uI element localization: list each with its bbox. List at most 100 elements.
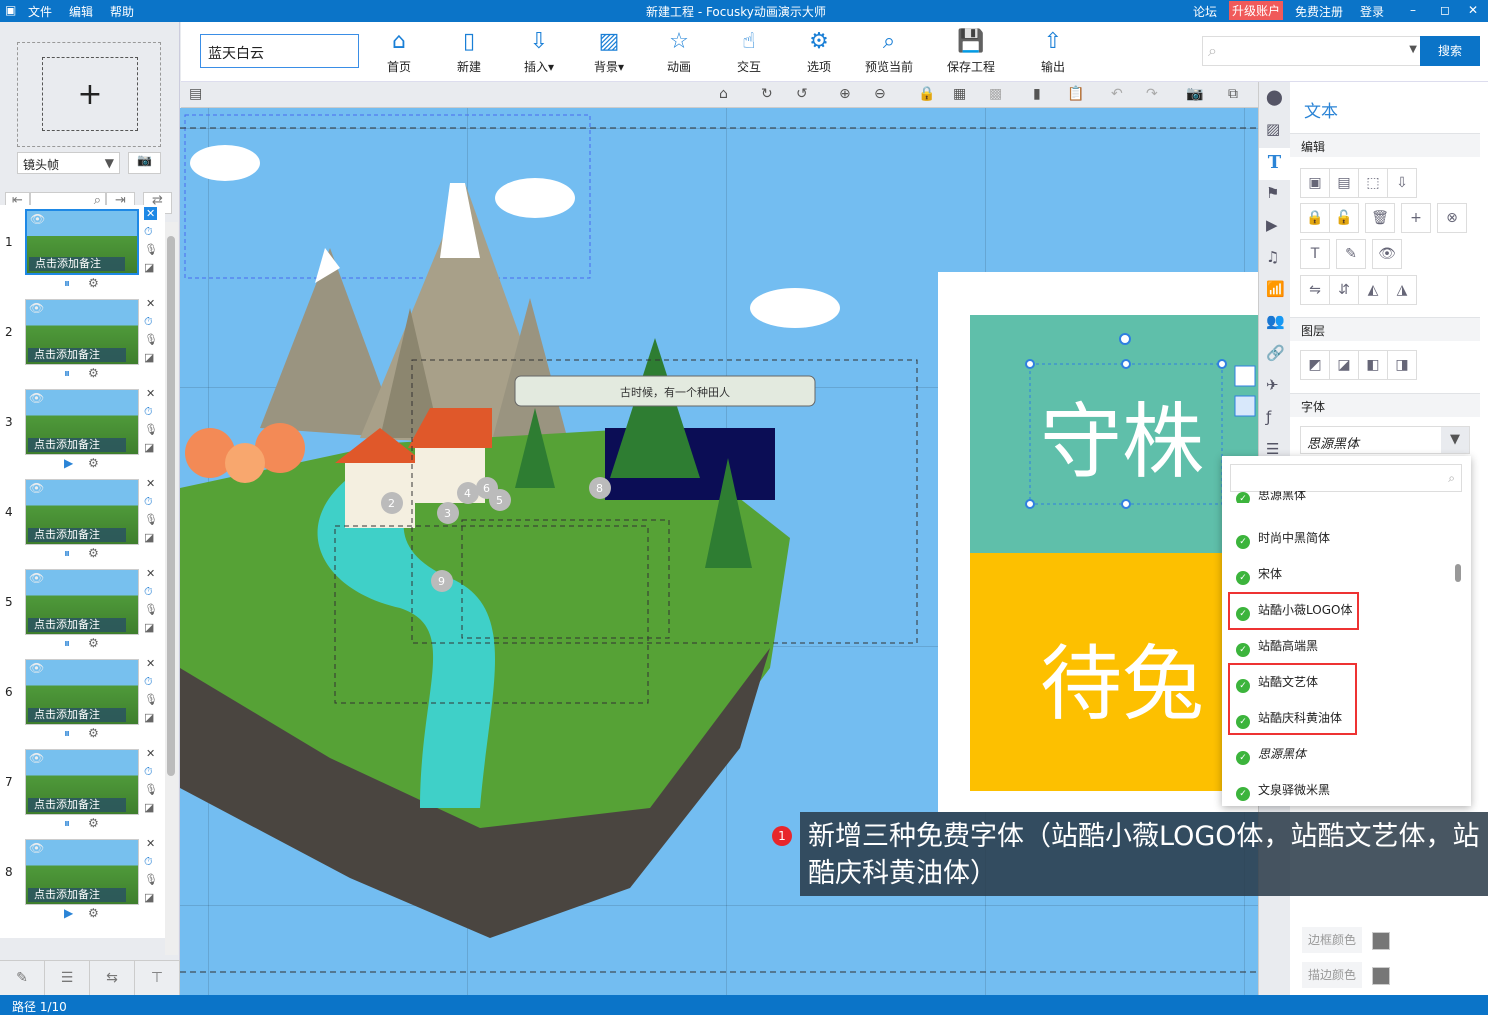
font-option[interactable]: ✓ 文泉驿微米黑: [1236, 780, 1330, 801]
thumbnail-image[interactable]: 👁 点击添加备注: [25, 479, 139, 545]
mic-icon[interactable]: 🎙: [144, 693, 158, 706]
transition-icon[interactable]: ◪: [144, 531, 154, 544]
lock-icon[interactable]: 🔒: [918, 86, 935, 102]
text-icon[interactable]: T: [1259, 148, 1290, 180]
toolbar-button-save[interactable]: 💾 保存工程: [941, 28, 1001, 75]
timer-icon[interactable]: ⏱: [144, 585, 153, 599]
font-option[interactable]: ✓ 宋体: [1236, 564, 1282, 585]
toolbar-button-preview[interactable]: ⌕ 预览当前: [859, 28, 919, 75]
timer-icon[interactable]: ⏱: [144, 495, 153, 509]
mirror-left-button[interactable]: ◭: [1358, 275, 1388, 305]
add-button[interactable]: +: [1401, 203, 1431, 233]
brush-button[interactable]: ✎: [1336, 239, 1366, 269]
delete-frame-icon[interactable]: ✕: [144, 387, 157, 400]
settings-icon[interactable]: ⚙: [88, 906, 99, 920]
thumbnail-image[interactable]: 👁 点击添加备注: [25, 389, 139, 455]
toolbar-button-animation[interactable]: ☆ 动画: [649, 28, 709, 75]
chart-icon[interactable]: 📶: [1266, 280, 1285, 298]
font-option[interactable]: ✓ 思源黑体: [1236, 491, 1306, 503]
thumbnail-image[interactable]: 👁 点击添加备注: [25, 659, 139, 725]
stroke-color-swatch[interactable]: [1372, 967, 1390, 985]
timer-icon[interactable]: ⏱: [144, 675, 153, 689]
to-top-icon[interactable]: ⊤: [135, 961, 180, 995]
thumbnail-scrollbar[interactable]: [165, 222, 178, 955]
settings-icon[interactable]: ⚙: [88, 456, 99, 470]
mic-icon[interactable]: 🎙: [144, 513, 158, 526]
grid-icon[interactable]: ▦: [953, 86, 966, 102]
frame-thumbnail[interactable]: 6 👁 点击添加备注 ✕ ⏱ 🎙 ◪ ⏸ ⚙: [0, 657, 165, 747]
rotate-left-icon[interactable]: ↺: [796, 86, 808, 102]
delete-frame-icon[interactable]: ✕: [144, 297, 157, 310]
pause-icon[interactable]: ⏸: [64, 816, 70, 831]
maximize-button[interactable]: ◻: [1440, 3, 1450, 17]
toolbar-button-insert[interactable]: ⇩ 插入▾: [509, 28, 569, 75]
pause-icon[interactable]: ⏸: [64, 276, 70, 291]
frame-thumbnail[interactable]: 7 👁 点击添加备注 ✕ ⏱ 🎙 ◪ ⏸ ⚙: [0, 747, 165, 837]
transition-icon[interactable]: ◪: [144, 351, 154, 364]
delete-frame-icon[interactable]: ✕: [144, 747, 157, 760]
minimize-button[interactable]: –: [1410, 3, 1416, 17]
mirror-right-button[interactable]: ◮: [1387, 275, 1417, 305]
mic-icon[interactable]: 🎙: [144, 873, 158, 886]
frame-thumbnail[interactable]: 2 👁 点击添加备注 ✕ ⏱ 🎙 ◪ ⏸ ⚙: [0, 297, 165, 387]
frame-thumbnail[interactable]: 1 👁 点击添加备注 ✕ ⏱ 🎙 ◪ ⏸ ⚙: [0, 207, 165, 297]
mic-icon[interactable]: 🎙: [144, 333, 158, 346]
home-view-icon[interactable]: ⌂: [719, 86, 728, 102]
settings-icon[interactable]: ⚙: [88, 726, 99, 740]
delete-frame-icon[interactable]: ✕: [144, 567, 157, 580]
favorite-list-icon[interactable]: ☰: [45, 961, 90, 995]
timer-icon[interactable]: ⏱: [144, 225, 153, 239]
delete-frame-icon[interactable]: ✕: [144, 657, 157, 670]
select-all-button[interactable]: ▣: [1300, 168, 1330, 198]
flip-h-button[interactable]: ⇋: [1300, 275, 1330, 305]
font-option[interactable]: ✓ 站酷庆科黄油体: [1236, 708, 1342, 729]
font-option[interactable]: ✓ 思源黑体: [1236, 744, 1306, 765]
toolbar-button-new[interactable]: ▯ 新建: [439, 28, 499, 75]
lock-button[interactable]: 🔒: [1300, 203, 1330, 233]
font-option[interactable]: ✓ 站酷小薇LOGO体: [1236, 600, 1352, 621]
video-icon[interactable]: ▶: [1266, 216, 1278, 234]
banner-icon[interactable]: ⚑: [1266, 184, 1279, 202]
send-backward-button[interactable]: ◧: [1358, 350, 1388, 380]
image-icon[interactable]: ▨: [1266, 120, 1280, 138]
delete-button[interactable]: 🗑: [1365, 203, 1395, 233]
add-note-field[interactable]: 点击添加备注: [28, 348, 126, 362]
play-icon[interactable]: ▶: [64, 456, 73, 470]
thumbnail-image[interactable]: 👁 点击添加备注: [25, 299, 139, 365]
forum-link[interactable]: 论坛: [1193, 3, 1217, 20]
zoom-in-icon[interactable]: ⊕: [839, 86, 851, 102]
paste-icon[interactable]: 📋: [1067, 86, 1084, 102]
toolbar-button-interact[interactable]: ☝ 交互: [719, 28, 779, 75]
camera-icon[interactable]: 📷: [128, 152, 161, 174]
settings-icon[interactable]: ⚙: [88, 816, 99, 830]
unlock-button[interactable]: 🔓: [1329, 203, 1359, 233]
send-back-button[interactable]: ◨: [1387, 350, 1417, 380]
zoom-out-icon[interactable]: ⊖: [874, 86, 886, 102]
plane-icon[interactable]: ✈: [1266, 376, 1279, 394]
toolbar-button-export[interactable]: ⇧ 输出: [1023, 28, 1083, 75]
people-icon[interactable]: 👥: [1266, 312, 1285, 330]
settings-icon[interactable]: ⚙: [88, 276, 99, 290]
flip-v-button[interactable]: ⇵: [1329, 275, 1359, 305]
border-color-swatch[interactable]: [1372, 932, 1390, 950]
pause-icon[interactable]: ⏸: [64, 546, 70, 561]
text-style-button[interactable]: T: [1300, 239, 1330, 269]
search-input[interactable]: ⌕ ▼: [1202, 36, 1421, 66]
close-button[interactable]: ✕: [1468, 3, 1478, 17]
mic-icon[interactable]: 🎙: [144, 783, 158, 796]
thumbnail-image[interactable]: 👁 点击添加备注: [25, 209, 139, 275]
window-icon[interactable]: ⧉: [1228, 86, 1238, 102]
toolbar-button-background[interactable]: ▨ 背景▾: [579, 28, 639, 75]
thumbnail-image[interactable]: 👁 点击添加备注: [25, 839, 139, 905]
menu-file[interactable]: 文件: [28, 3, 52, 20]
rotate-right-icon[interactable]: ↻: [761, 86, 773, 102]
settings-icon[interactable]: ⚙: [88, 366, 99, 380]
import-button[interactable]: ⇩: [1387, 168, 1417, 198]
register-link[interactable]: 免费注册: [1295, 3, 1343, 20]
thumbnail-image[interactable]: 👁 点击添加备注: [25, 569, 139, 635]
search-button[interactable]: 搜索: [1420, 36, 1480, 66]
delete-frame-icon[interactable]: ✕: [144, 477, 157, 490]
frame-type-select[interactable]: 镜头帧 ▼: [17, 152, 120, 174]
font-option[interactable]: ✓ 站酷高端黑: [1236, 636, 1318, 657]
pause-icon[interactable]: ⏸: [64, 636, 70, 651]
